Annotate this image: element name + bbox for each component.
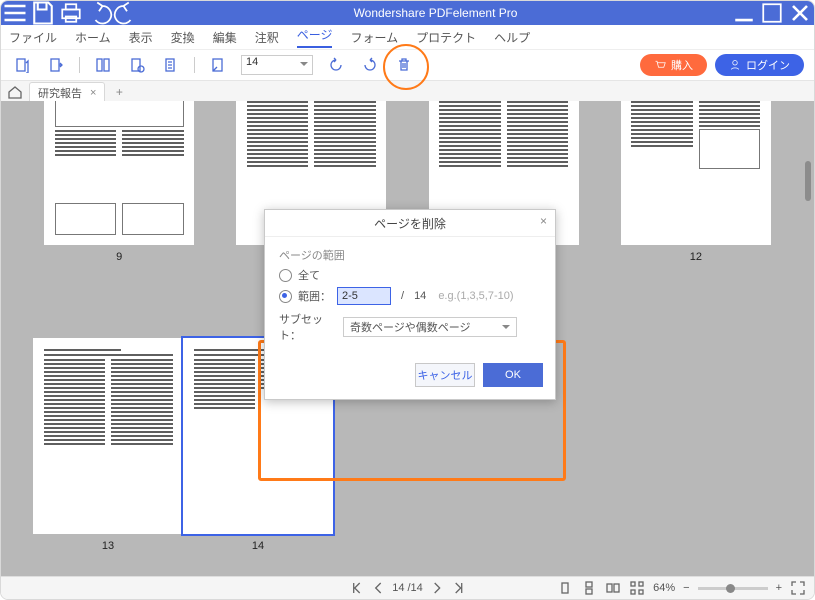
page-thumb[interactable] [33,338,183,534]
crop-page-icon[interactable] [207,54,229,76]
redo-icon[interactable] [113,1,141,25]
menu-help[interactable]: ヘルプ [494,29,530,46]
page-selector-value: 14 [246,56,258,68]
page-number: 9 [116,251,122,263]
page-range-section-label: ページの範囲 [279,247,541,263]
cancel-button[interactable]: キャンセル [415,363,475,387]
buy-button-label: 購入 [671,57,693,73]
workarea: 9 10 11 12 [1,101,814,577]
radio-all-row[interactable]: 全て [279,267,541,283]
undo-icon[interactable] [85,1,113,25]
continuous-view-icon[interactable] [581,580,597,596]
file-tab-close-icon[interactable]: × [90,87,96,99]
range-input[interactable] [337,287,391,305]
menu-view[interactable]: 表示 [129,29,153,46]
range-sep: / [401,290,404,302]
zoom-in-icon[interactable]: + [776,582,782,594]
menu-page[interactable]: ページ [297,26,333,48]
zoom-out-icon[interactable]: − [683,582,689,594]
single-view-icon[interactable] [557,580,573,596]
menu-file[interactable]: ファイル [9,29,57,46]
radio-range[interactable] [279,290,292,303]
zoom-label: 64% [653,582,675,594]
dialog-close-icon[interactable]: × [540,214,547,228]
save-icon[interactable] [29,1,57,25]
radio-all[interactable] [279,269,292,282]
two-page-view-icon[interactable] [605,580,621,596]
page-indicator-group: 14 /14 [348,580,467,596]
page-number: 12 [690,251,702,263]
page-indicator: 14 /14 [392,582,423,594]
toolbar: 14 購入 ログイン [1,50,814,81]
toolbar-divider [79,57,80,73]
labels-icon[interactable] [160,54,182,76]
radio-range-row[interactable]: 範囲： / 14 e.g.(1,3,5,7-10) [279,287,541,305]
subset-label: サブセット： [279,311,337,343]
extract-page-icon[interactable] [45,54,67,76]
rotate-left-icon[interactable] [325,54,347,76]
menu-protect[interactable]: プロテクト [416,29,476,46]
page-thumb[interactable] [44,101,194,245]
print-icon[interactable] [57,1,85,25]
thumb-col: 12 [621,101,771,288]
total-pages: 14 [414,290,426,302]
statusbar: 14 /14 64% − + [1,576,814,599]
app-title: Wondershare PDFelement Pro [141,6,730,20]
dialog-title: ページを削除 [374,215,446,232]
page-thumb[interactable] [621,101,771,245]
delete-page-icon[interactable] [393,54,415,76]
split-page-icon[interactable] [92,54,114,76]
last-page-icon[interactable] [451,580,467,596]
fullscreen-icon[interactable] [790,580,806,596]
radio-range-label: 範囲： [298,288,331,304]
thumb-col: 13 [33,338,183,577]
replace-page-icon[interactable] [126,54,148,76]
titlebar: Wondershare PDFelement Pro [1,1,814,25]
cancel-label: キャンセル [418,367,473,383]
maximize-icon[interactable] [758,1,786,25]
thumbnail-view-icon[interactable] [629,580,645,596]
home-icon[interactable] [7,84,23,100]
menu-home[interactable]: ホーム [75,29,111,46]
next-page-icon[interactable] [429,580,445,596]
minimize-icon[interactable] [730,1,758,25]
ok-label: OK [505,369,521,381]
chevron-down-icon [502,325,510,333]
app-window: Wondershare PDFelement Pro ファイル ホーム 表示 変… [0,0,815,600]
login-button[interactable]: ログイン [715,54,804,76]
file-tab[interactable]: 研究報告 × [29,82,105,103]
ok-button[interactable]: OK [483,363,543,387]
radio-all-label: 全て [298,267,320,283]
prev-page-icon[interactable] [370,580,386,596]
close-icon[interactable] [786,1,814,25]
menu-edit[interactable]: 編集 [213,29,237,46]
dialog-title-bar: ページを削除 × [265,210,555,237]
menu-form[interactable]: フォーム [350,29,398,46]
page-number: 14 [252,540,264,552]
thumb-col: 9 [44,101,194,288]
page-selector[interactable]: 14 [241,55,313,75]
rotate-right-icon[interactable] [359,54,381,76]
login-button-label: ログイン [746,57,790,73]
zoom-slider[interactable] [698,587,768,590]
menu-convert[interactable]: 変換 [171,29,195,46]
subset-combo[interactable]: 奇数ページや偶数ページ [343,317,517,337]
subset-row: サブセット： 奇数ページや偶数ページ [279,311,541,343]
delete-page-wrap [393,54,415,76]
scrollbar-thumb[interactable] [805,161,811,201]
file-tab-name: 研究報告 [38,85,82,101]
delete-pages-dialog: ページを削除 × ページの範囲 全て 範囲： / 14 e.g.(1,3,5,7… [264,209,556,400]
page-number: 13 [102,540,114,552]
menu-icon[interactable] [1,1,29,25]
subset-value: 奇数ページや偶数ページ [350,319,471,335]
buy-button[interactable]: 購入 [640,54,707,76]
menu-comment[interactable]: 注釈 [255,29,279,46]
add-tab-button[interactable]: + [111,85,127,99]
insert-page-icon[interactable] [11,54,33,76]
first-page-icon[interactable] [348,580,364,596]
menubar: ファイル ホーム 表示 変換 編集 注釈 ページ フォーム プロテクト ヘルプ [1,25,814,50]
toolbar-divider [194,57,195,73]
range-hint: e.g.(1,3,5,7-10) [438,290,513,302]
